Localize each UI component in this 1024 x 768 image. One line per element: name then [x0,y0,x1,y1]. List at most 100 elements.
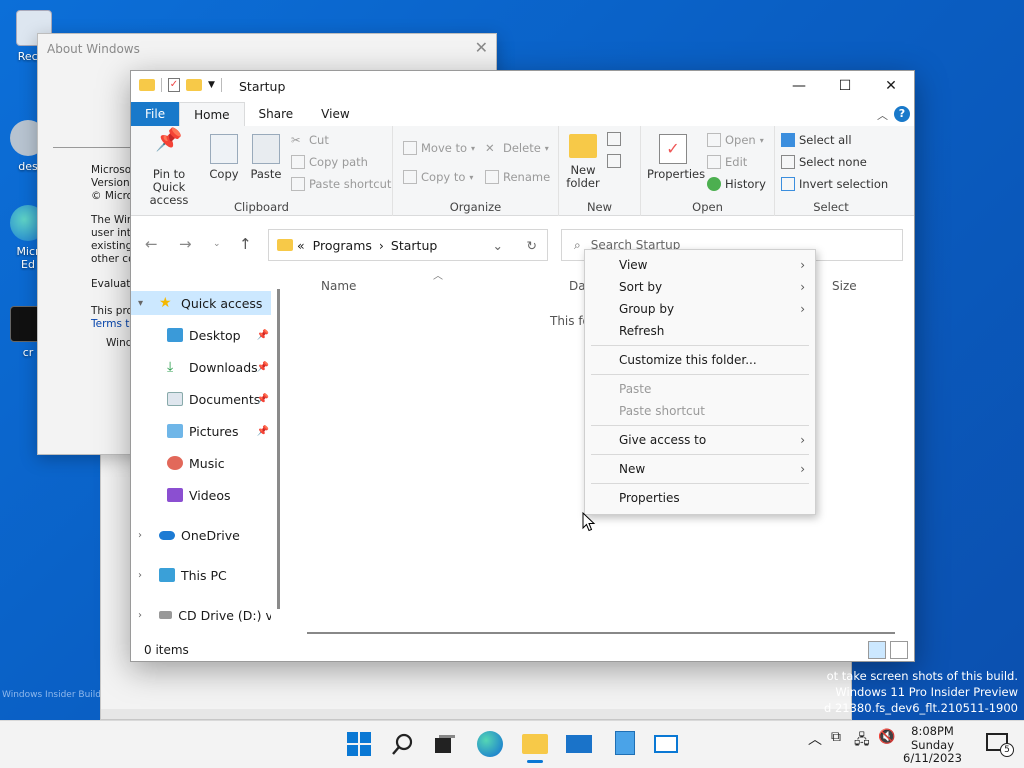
invert-selection-button[interactable]: Invert selection [781,175,888,193]
menu-item-paste[interactable]: Paste [585,378,815,400]
chevron-right-icon[interactable]: › [138,570,142,581]
chevron-down-icon[interactable]: ⌄ [493,238,503,253]
recent-chevron-icon[interactable]: ⌄ [213,239,221,249]
start-button[interactable] [346,731,372,757]
network-icon[interactable]: 🖧 [854,729,870,753]
volume-muted-icon[interactable]: 🔇 [878,729,895,745]
menu-item-sort-by[interactable]: Sort by › [585,276,815,298]
move-to-button[interactable]: Move to ▾ [403,139,475,157]
mail-taskbar-button[interactable] [566,731,592,757]
refresh-icon[interactable]: ↻ [527,238,537,253]
menu-item-properties[interactable]: Properties [585,487,815,509]
copy-button[interactable]: Copy [207,134,241,181]
menu-item-paste-shortcut[interactable]: Paste shortcut [585,400,815,422]
watermark-line: d 21380.fs_dev6_flt.210511-1900 [824,701,1018,715]
properties-button[interactable]: ✓ Properties [647,134,705,181]
chevron-down-icon[interactable]: ▼ [208,80,215,90]
chevron-right-icon: › [800,280,805,294]
nav-documents[interactable]: Documents 📌 [131,387,271,411]
menu-item-customize-folder[interactable]: Customize this folder... [585,349,815,371]
back-arrow-icon[interactable]: ← [145,235,158,253]
show-hidden-icons-icon[interactable]: ︿ [808,729,822,749]
menu-separator [591,483,809,484]
maximize-button[interactable]: ☐ [822,71,868,102]
scissors-icon: ✂ [291,133,301,147]
column-name[interactable]: Name [321,279,356,293]
tab-view[interactable]: View [307,102,363,126]
chevron-right-icon[interactable]: › [138,530,142,541]
properties-icon[interactable]: ✓ [168,78,180,92]
new-item-icon [607,132,621,146]
breadcrumb-startup[interactable]: Startup [391,238,437,253]
copy-path-icon [291,155,305,169]
notification-button[interactable]: 5 [986,733,1014,757]
breadcrumb-programs[interactable]: Programs [313,238,372,253]
menu-item-new[interactable]: New › [585,458,815,480]
nav-label: Desktop [189,327,241,343]
collapse-ribbon-icon[interactable]: ︿ [877,107,888,123]
large-icons-view-icon[interactable] [890,641,908,659]
forward-arrow-icon[interactable]: → [179,235,192,253]
title-bar[interactable]: ✓ ▼ Startup — ☐ ✕ [131,71,914,102]
paste-shortcut-button[interactable]: Paste shortcut [291,175,391,193]
nav-pane-scrollbar[interactable] [277,289,280,609]
device-icon[interactable]: ⧉ [831,729,841,745]
chevron-down-icon[interactable]: ▾ [138,298,143,309]
copy-path-button[interactable]: Copy path [291,153,368,171]
history-button[interactable]: History [707,175,766,193]
nav-music[interactable]: Music [131,451,271,475]
menu-item-view[interactable]: View › [585,254,815,276]
tab-share[interactable]: Share [245,102,308,126]
nav-desktop[interactable]: Desktop 📌 [131,323,271,347]
nav-videos[interactable]: Videos [131,483,271,507]
search-taskbar-button[interactable] [390,731,416,757]
nav-pictures[interactable]: Pictures 📌 [131,419,271,443]
ribbon: 📌 Pin to Quick access Copy Paste ✂ Cut C… [131,126,914,216]
edge-icon [477,731,503,757]
cut-button[interactable]: ✂ Cut [291,131,329,149]
new-item-button[interactable] [607,130,621,148]
nav-quick-access[interactable]: ▾ ★ Quick access [131,291,271,315]
copy-to-button[interactable]: Copy to ▾ [403,168,473,186]
horizontal-scrollbar[interactable] [307,632,895,634]
select-none-button[interactable]: Select none [781,153,867,171]
easy-access-button[interactable] [607,152,621,170]
task-view-button[interactable] [432,731,458,757]
menu-item-give-access[interactable]: Give access to › [585,429,815,451]
column-size[interactable]: Size [832,279,857,293]
pin-quick-access-button[interactable]: 📌 Pin to Quick access [136,130,202,207]
chevron-right-icon[interactable]: › [138,610,142,621]
rename-button[interactable]: Rename [485,168,550,186]
up-arrow-icon[interactable]: ↑ [239,235,252,253]
paste-button[interactable]: Paste [247,134,285,181]
menu-label: Customize this folder... [619,353,757,367]
menu-item-refresh[interactable]: Refresh [585,320,815,342]
nav-downloads[interactable]: ⤓ Downloads 📌 [131,355,271,379]
delete-button[interactable]: ✕ Delete ▾ [485,139,549,157]
clock[interactable]: 8:08PM Sunday 6/11/2023 [903,724,962,766]
new-folder-icon[interactable] [186,79,202,91]
menu-item-group-by[interactable]: Group by › [585,298,815,320]
help-icon[interactable]: ? [894,106,910,122]
new-folder-button[interactable]: New folder [565,134,601,190]
edge-taskbar-button[interactable] [477,731,503,757]
select-all-button[interactable]: Select all [781,131,852,149]
select-all-label: Select all [799,133,852,147]
notepad-taskbar-button[interactable] [612,731,638,757]
nav-cd-drive[interactable]: › CD Drive (D:) virti [131,603,271,627]
open-button[interactable]: Open ▾ [707,131,764,149]
close-icon[interactable]: ✕ [475,38,488,57]
address-bar[interactable]: « Programs › Startup ⌄ ↻ [268,229,548,261]
close-button[interactable]: ✕ [868,71,914,102]
breadcrumb-overflow[interactable]: « [297,238,305,253]
nav-onedrive[interactable]: › OneDrive [131,523,271,547]
app-taskbar-button[interactable] [654,731,680,757]
tab-file[interactable]: File [131,102,180,126]
horizontal-scrollbar[interactable] [101,709,851,719]
details-view-icon[interactable] [868,641,886,659]
file-explorer-taskbar-button[interactable] [522,731,548,763]
minimize-button[interactable]: — [776,71,822,102]
nav-this-pc[interactable]: › This PC [131,563,271,587]
tab-home[interactable]: Home [179,102,245,126]
edit-button[interactable]: Edit [707,153,747,171]
